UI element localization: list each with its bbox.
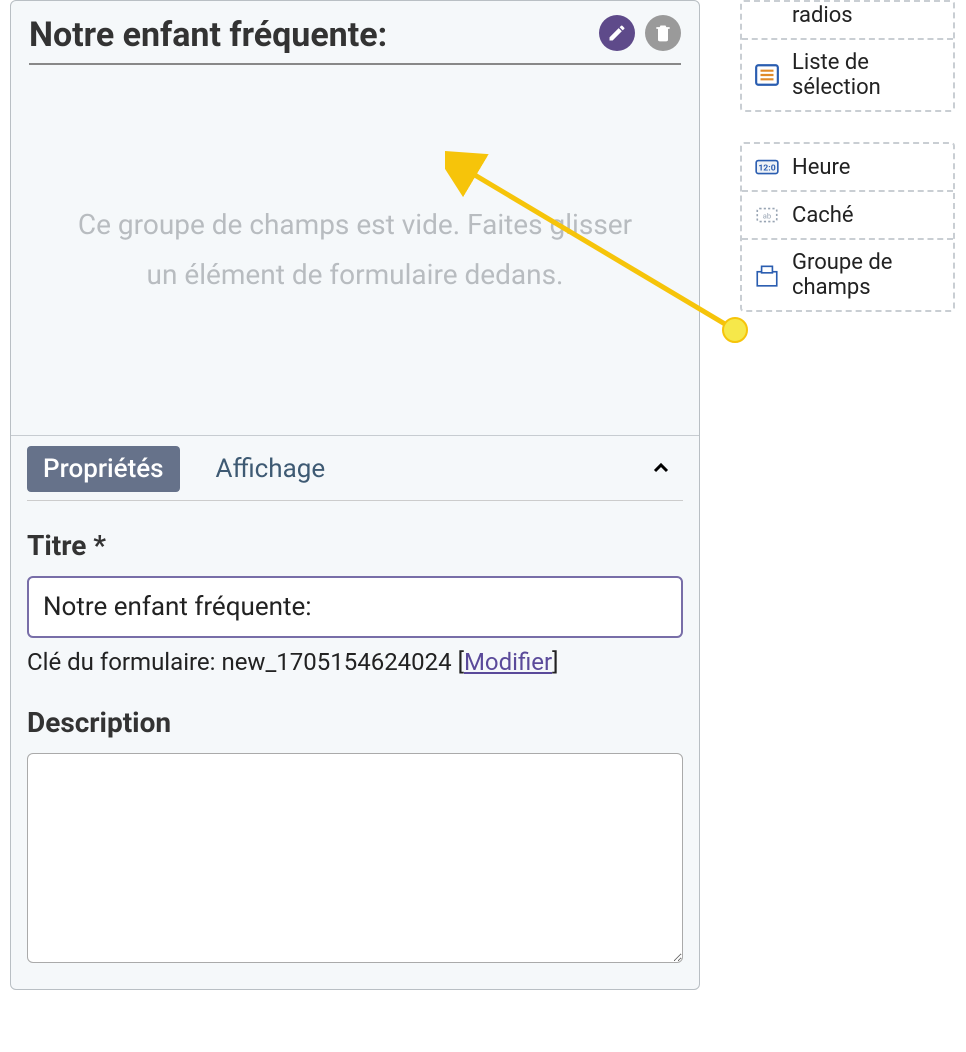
palette-item-hidden[interactable]: ab Caché: [742, 192, 953, 240]
panel-title: Notre enfant fréquente:: [29, 15, 387, 55]
tabs: Propriétés Affichage: [27, 446, 341, 492]
palette-group-1: radios Liste de sélection: [740, 0, 955, 112]
trash-icon: [653, 23, 673, 43]
palette-item-time[interactable]: 12:0 Heure: [742, 144, 953, 192]
palette-item-label: Liste de sélection: [792, 50, 943, 100]
panel-header: Notre enfant fréquente:: [11, 1, 699, 55]
palette-item-select-list[interactable]: Liste de sélection: [742, 40, 953, 110]
palette-group-2: 12:0 Heure ab Caché Groupe de champs: [740, 142, 955, 312]
form-key-row: Clé du formulaire: new_1705154624024 [Mo…: [27, 648, 683, 676]
properties-header: Propriétés Affichage: [27, 446, 683, 501]
delete-button[interactable]: [645, 15, 681, 51]
description-label: Description: [27, 706, 683, 739]
dropzone[interactable]: Ce groupe de champs est vide. Faites gli…: [11, 65, 699, 435]
form-key-prefix: Clé du formulaire:: [27, 648, 221, 676]
edit-button[interactable]: [599, 15, 635, 51]
palette-item-label: Heure: [792, 155, 850, 180]
collapse-toggle[interactable]: [639, 450, 683, 488]
title-field-label: Titre *: [27, 529, 683, 562]
properties-panel: Propriétés Affichage Titre * Clé du form…: [11, 435, 699, 989]
select-list-icon: [754, 62, 780, 88]
header-actions: [599, 15, 681, 51]
title-input[interactable]: [27, 576, 683, 638]
tab-properties[interactable]: Propriétés: [27, 446, 180, 492]
chevron-up-icon: [649, 456, 673, 480]
palette-item-fieldset[interactable]: Groupe de champs: [742, 240, 953, 310]
svg-text:ab: ab: [763, 211, 771, 220]
pencil-icon: [607, 23, 627, 43]
palette-item-label: Caché: [792, 203, 854, 228]
palette-item-label: Groupe de champs: [792, 250, 943, 300]
tab-display[interactable]: Affichage: [200, 446, 342, 492]
dropzone-placeholder: Ce groupe de champs est vide. Faites gli…: [71, 200, 639, 301]
elements-palette: radios Liste de sélection 12:0 Heure ab …: [740, 0, 955, 342]
time-icon: 12:0: [754, 154, 780, 180]
svg-text:12:0: 12:0: [758, 163, 775, 173]
hidden-icon: ab: [754, 202, 780, 228]
form-key-modify-link[interactable]: Modifier: [464, 648, 552, 676]
field-group-panel: Notre enfant fréquente: Ce groupe de cha…: [10, 0, 700, 990]
palette-item-radios[interactable]: radios: [742, 2, 953, 40]
form-key-value: new_1705154624024: [221, 648, 451, 676]
description-textarea[interactable]: [27, 753, 683, 963]
palette-item-label: radios: [792, 3, 853, 28]
fieldset-icon: [754, 262, 780, 288]
